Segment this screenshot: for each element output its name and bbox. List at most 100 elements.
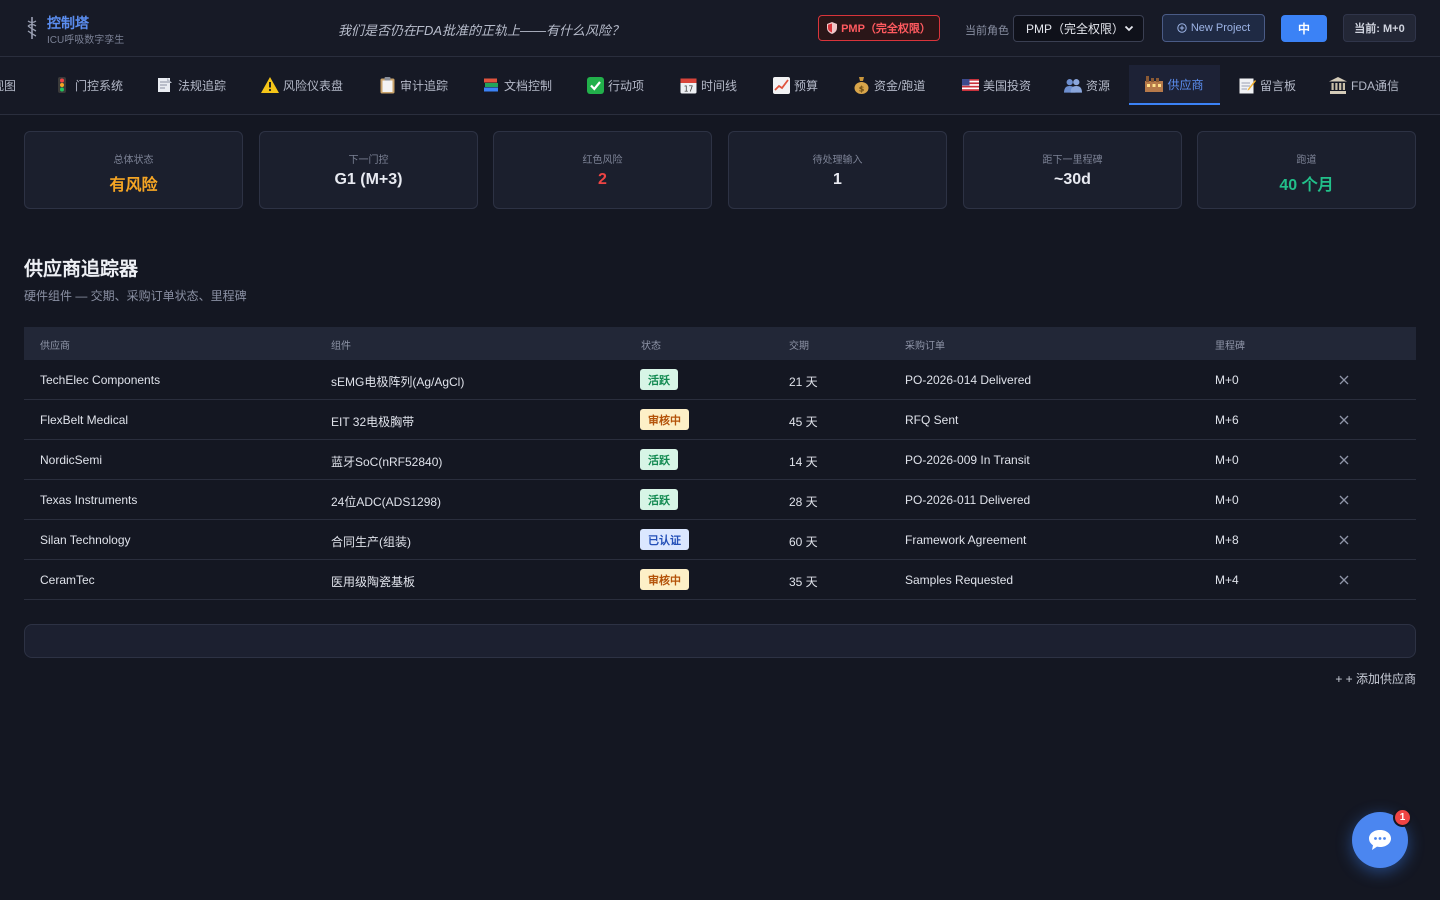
role-badge-label: PMP（完全权限） bbox=[841, 23, 931, 35]
chevron-down-icon bbox=[1124, 25, 1134, 32]
header-tagline: 我们是否仍在FDA批准的正轨上——有什么风险？ bbox=[338, 23, 625, 38]
cell-component: 蓝牙SoC(nRF52840) bbox=[331, 455, 443, 469]
status-badge: 活跃 bbox=[640, 489, 678, 510]
app-header: 控制塔 ICU呼吸数字孪生 我们是否仍在FDA批准的正轨上——有什么风险？ PM… bbox=[0, 0, 1440, 57]
tab-label: FDA通信 bbox=[1351, 78, 1400, 93]
role-label: 当前角色 bbox=[965, 25, 1009, 37]
delete-row-icon[interactable] bbox=[1338, 574, 1350, 586]
cell-po: PO-2026-009 In Transit bbox=[905, 453, 1030, 467]
cell-milestone: M+0 bbox=[1215, 373, 1239, 387]
tab-action-items[interactable]: 行动项 bbox=[586, 65, 644, 105]
cell-component: sEMG电极阵列(Ag/AgCl) bbox=[331, 375, 465, 389]
tab-funding-runway[interactable]: $ 资金/跑道 bbox=[852, 65, 925, 105]
stat-card-next-milestone: 距下一里程碑 ~30d bbox=[963, 131, 1182, 209]
cell-lead-time: 14 天 bbox=[789, 455, 818, 469]
column-header-po: 采购订单 bbox=[905, 341, 945, 352]
document-icon bbox=[156, 76, 174, 94]
tab-regulatory-tracking[interactable]: 法规追踪 bbox=[156, 65, 226, 105]
tab-us-investment[interactable]: 美国投资 bbox=[961, 65, 1031, 105]
stat-label: 待处理输入 bbox=[812, 155, 863, 166]
cell-component: 24位ADC(ADS1298) bbox=[331, 495, 442, 509]
column-header-milestone: 里程碑 bbox=[1215, 341, 1245, 352]
stat-card-overall-status: 总体状态 有风险 bbox=[24, 131, 243, 209]
clipboard-icon bbox=[378, 76, 396, 94]
tab-label: 资源 bbox=[1086, 78, 1111, 93]
tab-budget[interactable]: 预算 bbox=[772, 65, 818, 105]
cell-lead-time: 45 天 bbox=[789, 415, 818, 429]
tab-resources[interactable]: 资源 bbox=[1064, 65, 1110, 105]
tab-risk-dashboard[interactable]: 风险仪表盘 bbox=[261, 65, 343, 105]
delete-row-icon[interactable] bbox=[1338, 534, 1350, 546]
cell-po: PO-2026-011 Delivered bbox=[905, 493, 1031, 507]
cell-milestone: M+0 bbox=[1215, 453, 1239, 467]
stat-label: 跑道 bbox=[1296, 155, 1317, 166]
stat-value: 有风险 bbox=[109, 177, 158, 194]
role-badge: PMP（完全权限） bbox=[818, 15, 940, 41]
calendar-icon: 17 bbox=[679, 76, 697, 94]
tab-message-board[interactable]: 留言板 bbox=[1238, 65, 1296, 105]
add-supplier-button[interactable]: + + 添加供应商 bbox=[1335, 670, 1416, 687]
role-select-value: PMP（完全权限） bbox=[1026, 22, 1125, 36]
stat-label: 红色风险 bbox=[582, 155, 623, 166]
delete-row-icon[interactable] bbox=[1338, 414, 1350, 426]
tab-label: 门控系统 bbox=[75, 78, 124, 93]
table-row: TechElec Components sEMG电极阵列(Ag/AgCl) 21 天… bbox=[24, 360, 1416, 400]
tab-label: 供应商 bbox=[1167, 77, 1204, 92]
stat-value: G1 (M+3) bbox=[334, 171, 403, 188]
stat-card-pending-inputs: 待处理输入 1 bbox=[728, 131, 947, 209]
cell-po: RFQ Sent bbox=[905, 413, 959, 427]
tab-label: 风险仪表盘 bbox=[283, 78, 344, 93]
tab-view[interactable]: 视图 bbox=[0, 65, 16, 105]
checkmark-icon bbox=[586, 76, 604, 94]
cell-supplier: Silan Technology bbox=[40, 533, 131, 547]
nav-tabs: 视图 门控系统 法规追踪 风险仪表盘 审计追踪 文档控制 行动项 bbox=[0, 57, 1440, 115]
cell-lead-time: 60 天 bbox=[789, 535, 818, 549]
cell-supplier: TechElec Components bbox=[40, 373, 161, 387]
cell-milestone: M+0 bbox=[1215, 493, 1239, 507]
cell-component: 医用级陶瓷基板 bbox=[331, 575, 416, 589]
cell-milestone: M+6 bbox=[1215, 413, 1239, 427]
tab-fda-communication[interactable]: FDA通信 bbox=[1329, 65, 1399, 105]
stat-value: 40 个月 bbox=[1279, 177, 1334, 194]
status-badge: 审核中 bbox=[640, 569, 689, 590]
tab-document-control[interactable]: 文档控制 bbox=[482, 65, 552, 105]
add-supplier-input-bar[interactable] bbox=[24, 624, 1416, 658]
app-subtitle: ICU呼吸数字孪生 bbox=[47, 35, 125, 46]
cell-component: EIT 32电极胸带 bbox=[331, 415, 415, 429]
table-row: Texas Instruments 24位ADC(ADS1298) 28 天 PO-2… bbox=[24, 480, 1416, 520]
app-title: 控制塔 bbox=[47, 15, 89, 31]
new-project-button[interactable]: New Project bbox=[1162, 14, 1265, 42]
delete-row-icon[interactable] bbox=[1338, 494, 1350, 506]
cell-lead-time: 35 天 bbox=[789, 575, 818, 589]
status-badge: 活跃 bbox=[640, 369, 678, 390]
column-header-lead-time: 交期 bbox=[789, 341, 809, 352]
table-row: CeramTec 医用级陶瓷基板 35 天 Samples Requested M+4 审… bbox=[24, 560, 1416, 600]
status-badge: 已认证 bbox=[640, 529, 689, 550]
tab-timeline[interactable]: 17 时间线 bbox=[679, 65, 737, 105]
books-icon bbox=[482, 76, 500, 94]
traffic-light-icon bbox=[53, 76, 71, 94]
tab-label: 行动项 bbox=[608, 78, 645, 93]
chat-bubble-icon bbox=[1369, 830, 1391, 850]
tab-suppliers[interactable]: 供应商 bbox=[1129, 65, 1220, 105]
plus-circle-icon bbox=[1177, 23, 1187, 33]
current-month-badge: 当前: M+0 bbox=[1343, 14, 1416, 42]
delete-row-icon[interactable] bbox=[1338, 374, 1350, 386]
tab-label: 预算 bbox=[794, 78, 819, 93]
status-badge: 审核中 bbox=[640, 409, 689, 430]
tab-gate-system[interactable]: 门控系统 bbox=[53, 65, 123, 105]
status-badge: 活跃 bbox=[640, 449, 678, 470]
building-icon bbox=[1329, 76, 1347, 94]
cell-supplier: Texas Instruments bbox=[40, 493, 138, 507]
people-icon bbox=[1064, 76, 1082, 94]
stat-value: 1 bbox=[833, 171, 842, 188]
delete-row-icon[interactable] bbox=[1338, 454, 1350, 466]
section-title: 供应商追踪器 bbox=[24, 259, 139, 280]
tab-audit-trail[interactable]: 审计追踪 bbox=[378, 65, 448, 105]
warning-icon bbox=[261, 76, 279, 94]
role-select[interactable]: PMP（完全权限） bbox=[1013, 15, 1144, 42]
cell-supplier: CeramTec bbox=[40, 573, 95, 587]
stat-value: 2 bbox=[598, 171, 607, 188]
language-toggle-button[interactable]: 中 bbox=[1281, 15, 1327, 42]
stat-label: 总体状态 bbox=[113, 155, 154, 166]
